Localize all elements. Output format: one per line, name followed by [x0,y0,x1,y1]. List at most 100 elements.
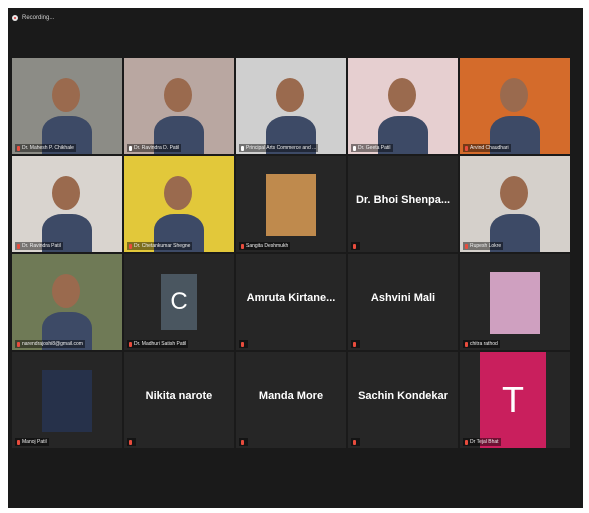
participant-name: Dr. Geeta Patil [358,145,391,151]
participant-name-label: Dr Tejal Bhat [463,438,501,446]
participant-tile[interactable]: Dr. Bhoi Shenpa... [348,156,458,252]
mic-muted-icon [129,341,132,347]
participant-tile[interactable]: Dr. Geeta Patil [348,58,458,154]
participant-name-label [351,242,360,250]
participant-name-label: Rupesh Lokre [463,242,504,250]
participant-name-label [239,438,248,446]
participant-face [500,176,528,210]
participant-video [460,254,570,350]
participant-video [460,58,570,154]
participant-tile[interactable]: Manoj Patil [12,352,122,448]
mic-muted-icon [353,341,356,347]
participant-name-label [351,340,360,348]
participant-face [500,78,528,112]
mic-muted-icon [241,341,244,347]
participant-name: Arvind Chaudhari [470,145,509,151]
participant-name-label: Dr. Ravindra D. Patil [127,144,182,152]
participant-tile[interactable]: Arvind Chaudhari [460,58,570,154]
participant-name-label: Dr. Chetankumar Shegne [127,242,193,250]
mic-muted-icon [241,243,244,249]
participant-name-label [127,438,136,446]
mic-icon [241,145,244,151]
participant-tile[interactable]: Dr. Ravindra D. Patil [124,58,234,154]
mic-muted-icon [465,145,468,151]
participant-face [52,78,80,112]
participant-display-name: Manda More [258,390,324,402]
participant-face [164,78,192,112]
participant-name: Dr. Madhuri Satish Patil [134,341,187,347]
participant-video [348,58,458,154]
participant-video [12,58,122,154]
avatar: T [480,352,546,448]
participant-tile[interactable]: Ashvini Mali [348,254,458,350]
participant-video [12,156,122,252]
participant-tile[interactable]: Sangita Deshmukh [236,156,346,252]
profile-picture [490,272,540,334]
mic-icon [129,145,132,151]
participant-video [236,156,346,252]
avatar: C [161,274,197,330]
participant-video [12,352,122,448]
mic-muted-icon [129,439,132,445]
mic-muted-icon [241,439,244,445]
participant-video [236,58,346,154]
participant-name-label: narendrajoshi8@gmail.com [15,340,85,348]
participant-face [52,274,80,308]
recording-label: Recording... [22,15,55,21]
participant-name: narendrajoshi8@gmail.com [22,341,83,347]
participant-face [164,176,192,210]
participant-tile[interactable]: Manda More [236,352,346,448]
mic-icon [353,145,356,151]
participant-name: Dr. Mahesh P. Chikhale [22,145,74,151]
participant-name-label: Dr. Ravindra Patil [15,242,63,250]
mic-muted-icon [17,243,20,249]
mic-muted-icon [353,439,356,445]
participant-display-name: Nikita narote [145,390,213,402]
participant-tile[interactable]: narendrajoshi8@gmail.com [12,254,122,350]
recording-icon [12,15,18,21]
participant-tile[interactable]: Nikita narote [124,352,234,448]
participant-face [388,78,416,112]
participant-name-label [351,438,360,446]
participant-display-name: Amruta Kirtane... [246,292,336,304]
mic-muted-icon [465,439,468,445]
mic-muted-icon [17,145,20,151]
participant-tile[interactable]: Sachin Kondekar [348,352,458,448]
profile-picture [266,174,316,236]
participant-name-label: Dr. Geeta Patil [351,144,393,152]
participant-face [52,176,80,210]
participant-name: Principal Arts Commerce and ... [246,145,317,151]
participant-tile[interactable]: Amruta Kirtane... [236,254,346,350]
participant-tile[interactable]: Dr. Chetankumar Shegne [124,156,234,252]
participant-name: Dr. Ravindra D. Patil [134,145,180,151]
mic-muted-icon [353,243,356,249]
avatar-initial: T [502,379,524,420]
mic-muted-icon [17,439,20,445]
participant-tile[interactable]: T Dr Tejal Bhat [460,352,570,448]
participant-video [124,58,234,154]
mic-muted-icon [465,341,468,347]
participant-name: Dr. Chetankumar Shegne [134,243,191,249]
participant-tile[interactable]: Rupesh Lokre [460,156,570,252]
participant-tile[interactable]: chitra rathod [460,254,570,350]
profile-picture [42,370,92,432]
participant-tile[interactable]: Dr. Mahesh P. Chikhale [12,58,122,154]
participant-tile[interactable]: Dr. Ravindra Patil [12,156,122,252]
participant-name-label: Dr. Mahesh P. Chikhale [15,144,76,152]
participant-display-name: Sachin Kondekar [358,390,448,402]
gallery-grid: Dr. Mahesh P. Chikhale Dr. Ravindra D. Pa… [12,58,587,458]
mic-muted-icon [129,243,132,249]
participant-name-label: Manoj Patil [15,438,49,446]
recording-indicator[interactable]: Recording... [12,15,54,21]
participant-name: chitra rathod [470,341,498,347]
participant-video [460,156,570,252]
mic-muted-icon [17,341,20,347]
participant-video [124,156,234,252]
participant-face [276,78,304,112]
participant-name-label: Sangita Deshmukh [239,242,291,250]
participant-display-name: Ashvini Mali [370,292,436,304]
mic-muted-icon [465,243,468,249]
participant-name-label: chitra rathod [463,340,500,348]
participant-tile[interactable]: C Dr. Madhuri Satish Patil [124,254,234,350]
participant-tile[interactable]: Principal Arts Commerce and ... [236,58,346,154]
